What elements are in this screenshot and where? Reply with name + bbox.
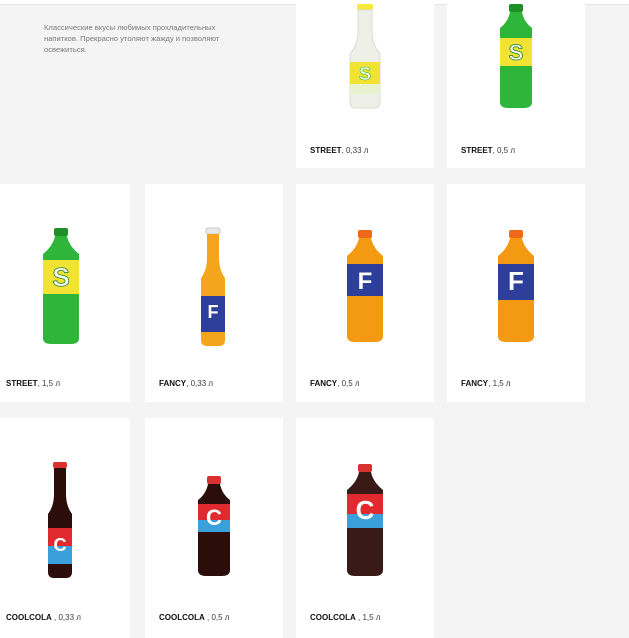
svg-text:F: F [508,266,524,296]
svg-text:C: C [356,495,375,525]
product-caption[interactable]: FANCY, 1,5 л [461,379,511,388]
product-caption[interactable]: FANCY, 0,33 л [159,379,213,388]
product-image[interactable]: S [296,0,434,130]
bottle-coolcola-033-glass: C [48,462,72,578]
product-image[interactable]: S [447,0,585,130]
product-card[interactable]: C COOLCOLA , 0,33 л [0,418,130,638]
product-caption[interactable]: STREET, 0,5 л [461,146,515,155]
bottle-street-05-pet: S [500,4,532,108]
svg-text:S: S [52,262,69,292]
category-description: Классические вкусы любимых прохладительн… [44,22,220,54]
product-card[interactable]: S STREET, 0,5 л [447,0,585,168]
product-image[interactable]: F [296,184,434,354]
product-caption[interactable]: COOLCOLA , 1,5 л [310,613,380,622]
svg-text:S: S [359,64,371,84]
svg-text:C: C [206,505,222,530]
bottle-coolcola-15-pet: C [347,464,383,576]
bottle-street-033-glass: S [349,4,381,109]
product-card[interactable]: F FANCY, 0,5 л [296,184,434,402]
product-card[interactable]: C COOLCOLA , 1,5 л [296,418,434,638]
product-card[interactable]: C COOLCOLA , 0,5 л [145,418,283,638]
bottle-street-15-pet: S [43,228,79,344]
svg-text:S: S [509,40,524,65]
product-image[interactable]: C [0,418,130,588]
svg-text:F: F [358,268,373,295]
bottle-coolcola-05-pet: C [198,476,230,576]
product-image[interactable]: C [296,418,434,588]
product-card[interactable]: S STREET, 0,33 л [296,0,434,168]
product-caption[interactable]: COOLCOLA , 0,5 л [159,613,229,622]
product-image[interactable]: C [145,418,283,588]
product-caption[interactable]: STREET, 0,33 л [310,146,368,155]
bottle-fancy-05-pet: F [347,230,383,342]
product-card[interactable]: S STREET, 1,5 л [0,184,130,402]
product-caption[interactable]: COOLCOLA , 0,33 л [6,613,81,622]
product-image[interactable]: F [447,184,585,354]
product-caption[interactable]: STREET, 1,5 л [6,379,60,388]
bottle-fancy-033-glass: F [201,227,225,346]
product-card[interactable]: F FANCY, 0,33 л [145,184,283,402]
product-card[interactable]: F FANCY, 1,5 л [447,184,585,402]
bottle-fancy-15-pet: F [498,230,534,342]
product-caption[interactable]: FANCY, 0,5 л [310,379,360,388]
svg-text:F: F [208,302,219,322]
product-image[interactable]: S [0,184,130,354]
svg-text:C: C [54,535,67,555]
product-image[interactable]: F [145,184,283,354]
